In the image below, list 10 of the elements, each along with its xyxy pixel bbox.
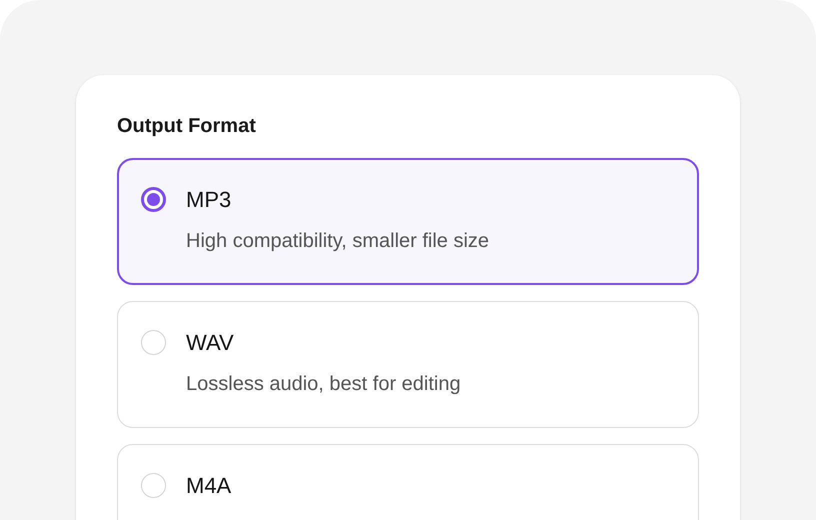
- format-option[interactable]: MP3 High compatibility, smaller file size: [117, 158, 699, 285]
- format-option[interactable]: M4A: [117, 444, 699, 520]
- radio-button[interactable]: [141, 187, 166, 212]
- option-label: MP3: [186, 186, 232, 214]
- option-label: M4A: [186, 472, 232, 500]
- option-description: High compatibility, smaller file size: [186, 229, 490, 254]
- section-title: Output Format: [117, 114, 257, 139]
- option-label: WAV: [186, 329, 235, 357]
- format-option[interactable]: WAV Lossless audio, best for editing: [117, 301, 699, 428]
- option-description: Lossless audio, best for editing: [186, 372, 461, 397]
